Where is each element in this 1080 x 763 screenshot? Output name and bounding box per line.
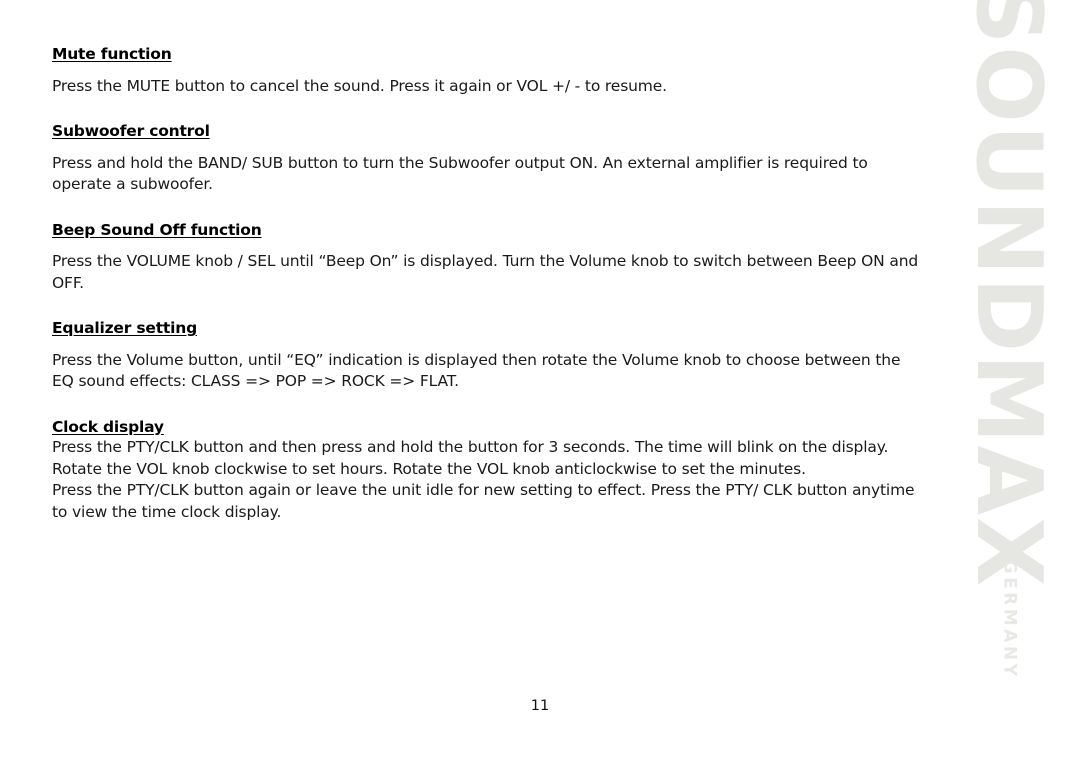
- watermark-tagline-text: GERMANY: [1000, 522, 1020, 680]
- manual-page: SOUNDMAX GERMANY Mute function Press the…: [0, 0, 1080, 763]
- section-body-clock-display: Press the PTY/CLK button and then press …: [52, 437, 920, 523]
- section-body-beep-sound-off-function: Press the VOLUME knob / SEL until “Beep …: [52, 251, 920, 294]
- section-body-mute-function: Press the MUTE button to cancel the soun…: [52, 76, 920, 98]
- page-content: Mute function Press the MUTE button to c…: [52, 44, 920, 523]
- paragraph: Press the Volume button, until “EQ” indi…: [52, 350, 901, 391]
- paragraph: Rotate the VOL knob clockwise to set hou…: [52, 459, 806, 478]
- paragraph: Press the MUTE button to cancel the soun…: [52, 76, 667, 95]
- section-heading-clock-display: Clock display: [52, 417, 164, 436]
- section-beep-sound-off-function: Beep Sound Off function Press the VOLUME…: [52, 220, 920, 295]
- paragraph: Press the PTY/CLK button and then press …: [52, 438, 889, 457]
- paragraph: Press and hold the BAND/ SUB button to t…: [52, 153, 868, 194]
- section-heading-mute-function: Mute function: [52, 45, 172, 63]
- section-subwoofer-control: Subwoofer control Press and hold the BAN…: [52, 121, 920, 196]
- section-heading-subwoofer-control: Subwoofer control: [52, 122, 210, 141]
- soundmax-watermark-logo: SOUNDMAX GERMANY: [940, 0, 1080, 700]
- paragraph: Press the VOLUME knob / SEL until “Beep …: [52, 252, 919, 292]
- paragraph: Press the PTY/CLK button again or leave …: [52, 481, 915, 521]
- section-body-subwoofer-control: Press and hold the BAND/ SUB button to t…: [52, 153, 920, 196]
- section-body-equalizer-setting: Press the Volume button, until “EQ” indi…: [52, 350, 920, 393]
- watermark-brand-label: SOUNDMAX: [956, 0, 1061, 589]
- watermark-tagline-label: GERMANY: [999, 559, 1020, 680]
- page-number: 11: [530, 698, 550, 714]
- section-mute-function: Mute function Press the MUTE button to c…: [52, 44, 920, 97]
- section-clock-display: Clock display Press the PTY/CLK button a…: [52, 417, 920, 524]
- section-equalizer-setting: Equalizer setting Press the Volume butto…: [52, 318, 920, 393]
- watermark-brand-text: SOUNDMAX: [956, 0, 1061, 589]
- section-heading-equalizer-setting: Equalizer setting: [52, 319, 197, 338]
- section-heading-beep-sound-off-function: Beep Sound Off function: [52, 220, 262, 239]
